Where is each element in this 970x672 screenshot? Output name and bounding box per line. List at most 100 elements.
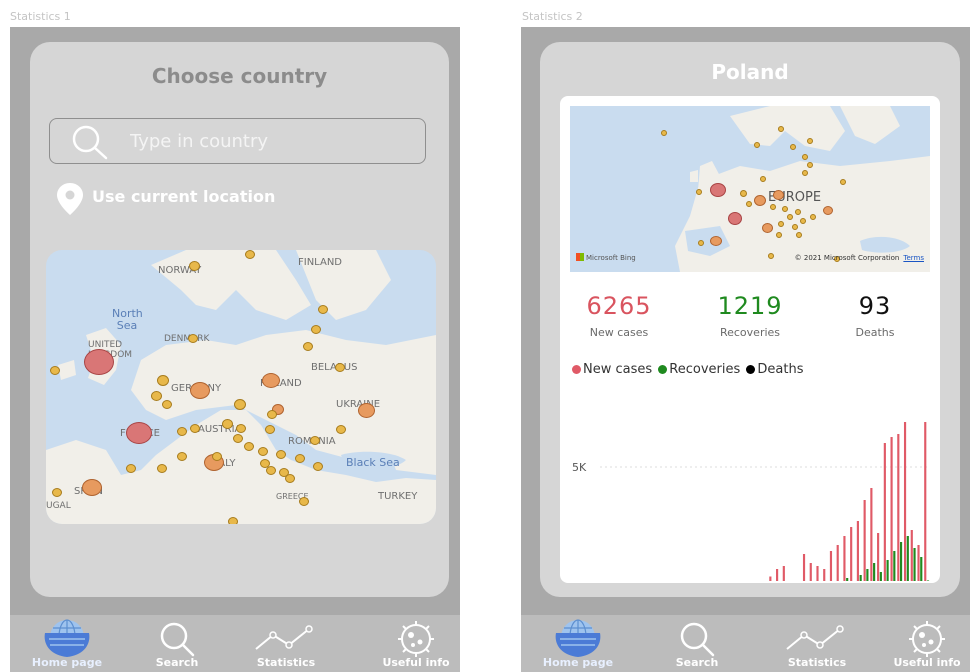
mini-map-land-shapes <box>675 106 930 272</box>
map-bubble[interactable] <box>810 214 816 220</box>
map-bubble[interactable] <box>258 447 268 456</box>
map-bubble[interactable] <box>267 410 277 419</box>
nav-home-page[interactable]: Home page <box>27 619 107 671</box>
legend-item-recoveries[interactable]: Recoveries <box>658 362 740 377</box>
covid-chart[interactable]: 0K5KSep 08Oct 26 <box>560 396 940 581</box>
map-bubble[interactable] <box>311 325 321 334</box>
map-bubble[interactable] <box>768 253 774 259</box>
map-bubble[interactable] <box>151 391 162 401</box>
map-bubble[interactable] <box>746 201 752 207</box>
map-bubble[interactable] <box>177 427 187 436</box>
map-bubble[interactable] <box>190 382 210 399</box>
stats-card: EUROPE Microsoft Bing © 2021 Microsoft C… <box>560 96 940 583</box>
map-bubble[interactable] <box>285 474 295 483</box>
map-bubble[interactable] <box>754 142 760 148</box>
map-bubble[interactable] <box>266 466 276 475</box>
map-bubble[interactable] <box>276 450 286 459</box>
map-bubble[interactable] <box>244 442 254 451</box>
map-bubble[interactable] <box>310 436 320 445</box>
nav-statistics[interactable]: Statistics <box>777 619 857 671</box>
map-bubble[interactable] <box>157 375 169 386</box>
legend-item-new-cases[interactable]: New cases <box>572 362 652 377</box>
map-terms-link[interactable]: Terms <box>903 254 924 262</box>
bar-new-cases <box>856 521 859 581</box>
map-bubble[interactable] <box>823 206 833 215</box>
map-bubble[interactable] <box>740 190 747 197</box>
map-bubble[interactable] <box>162 400 172 409</box>
map-bubble[interactable] <box>228 517 238 524</box>
stat-new-cases: 6265 New cases <box>564 292 674 339</box>
map-bubble[interactable] <box>795 209 801 215</box>
map-bubble[interactable] <box>84 349 114 375</box>
map-bubble[interactable] <box>336 425 346 434</box>
map-label-portugal: UGAL <box>46 501 71 511</box>
map-bubble[interactable] <box>778 126 784 132</box>
map-bubble[interactable] <box>245 250 255 259</box>
map-bubble[interactable] <box>212 452 222 461</box>
europe-mini-map[interactable]: EUROPE Microsoft Bing © 2021 Microsoft C… <box>570 106 930 272</box>
map-bubble[interactable] <box>177 452 187 461</box>
map-bubble[interactable] <box>234 399 246 410</box>
map-bubble[interactable] <box>770 204 776 210</box>
map-bubble[interactable] <box>318 305 328 314</box>
map-bubble[interactable] <box>236 424 246 433</box>
bar-new-cases <box>776 569 779 581</box>
map-bubble[interactable] <box>773 190 784 200</box>
map-bubble[interactable] <box>762 223 773 233</box>
map-bubble[interactable] <box>50 366 60 375</box>
map-bubble[interactable] <box>760 176 766 182</box>
map-bubble[interactable] <box>52 488 62 497</box>
europe-bubble-map[interactable]: NORWAY FINLAND North Sea UNITED KINGDOM … <box>46 250 436 524</box>
search-icon <box>680 622 715 657</box>
map-bubble[interactable] <box>787 214 793 220</box>
map-bubble[interactable] <box>313 462 323 471</box>
map-bubble[interactable] <box>840 179 846 185</box>
nav-search[interactable]: Search <box>137 619 217 671</box>
country-search-input[interactable] <box>130 128 410 154</box>
map-bubble[interactable] <box>233 434 243 443</box>
nav-useful-info[interactable]: Useful info <box>376 619 456 671</box>
map-bubble[interactable] <box>800 218 806 224</box>
map-bubble[interactable] <box>710 183 726 197</box>
map-bubble[interactable] <box>262 373 280 388</box>
map-bubble[interactable] <box>189 261 200 271</box>
map-bubble[interactable] <box>792 224 798 230</box>
map-bubble[interactable] <box>790 144 796 150</box>
map-bubble[interactable] <box>728 212 742 225</box>
map-bubble[interactable] <box>696 189 702 195</box>
map-bubble[interactable] <box>157 464 167 473</box>
map-bubble[interactable] <box>358 403 375 418</box>
map-bubble[interactable] <box>190 424 200 433</box>
map-bubble[interactable] <box>796 232 802 238</box>
map-bubble[interactable] <box>807 162 813 168</box>
map-bubble[interactable] <box>126 464 136 473</box>
map-bubble[interactable] <box>335 363 345 372</box>
nav-useful-info[interactable]: Useful info <box>887 619 967 671</box>
map-bubble[interactable] <box>303 342 313 351</box>
map-bubble[interactable] <box>188 334 198 343</box>
map-bubble[interactable] <box>802 154 808 160</box>
map-bubble[interactable] <box>776 232 782 238</box>
map-bubble[interactable] <box>82 479 102 496</box>
map-bubble[interactable] <box>807 138 813 144</box>
map-bubble[interactable] <box>295 454 305 463</box>
map-bubble[interactable] <box>126 422 152 444</box>
map-bubble[interactable] <box>661 130 667 136</box>
map-bubble[interactable] <box>710 236 722 246</box>
bar-new-cases <box>823 569 826 581</box>
map-bubble[interactable] <box>265 425 275 434</box>
nav-home-page[interactable]: Home page <box>538 619 618 671</box>
search-box[interactable] <box>49 118 426 164</box>
map-bubble[interactable] <box>222 419 233 429</box>
map-bubble[interactable] <box>299 497 309 506</box>
nav-statistics[interactable]: Statistics <box>246 619 326 671</box>
nav-search[interactable]: Search <box>657 619 737 671</box>
nav-search-label: Search <box>155 656 199 669</box>
map-bubble[interactable] <box>802 170 808 176</box>
map-bubble[interactable] <box>698 240 704 246</box>
bar-new-cases <box>809 563 812 581</box>
map-bubble[interactable] <box>754 195 766 206</box>
legend-item-deaths[interactable]: Deaths <box>746 362 804 377</box>
map-bubble[interactable] <box>782 206 788 212</box>
map-bubble[interactable] <box>778 221 784 227</box>
